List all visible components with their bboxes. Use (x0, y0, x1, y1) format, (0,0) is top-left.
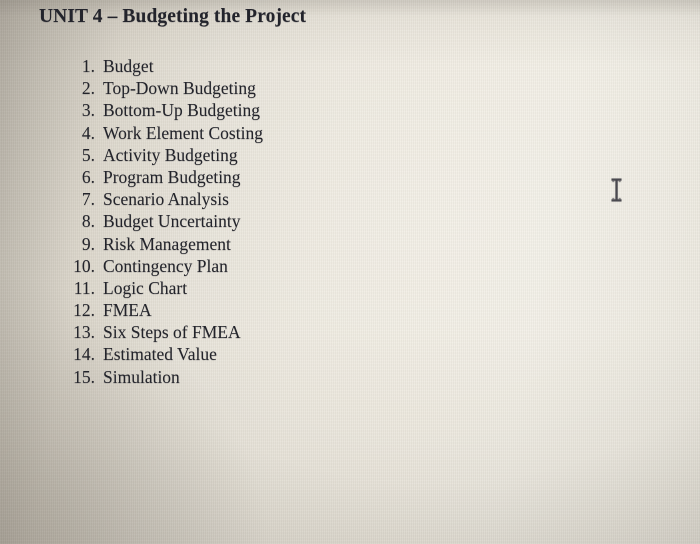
list-item-label: Scenario Analysis (103, 189, 229, 210)
list-item-label: Budget Uncertainty (103, 211, 241, 232)
list-item-label: Work Element Costing (103, 122, 263, 143)
list-item-label: Six Steps of FMEA (103, 322, 241, 343)
list-item-label: Estimated Value (103, 344, 217, 365)
list-item-label: Budget (103, 56, 154, 76)
list-item-number: 2. (81, 78, 95, 99)
list-item-number: 5. (81, 144, 95, 165)
list-item-label: Simulation (103, 366, 180, 387)
document-photo-screen: UNIT 4 – Budgeting the Project 1. Budget… (0, 0, 700, 544)
list-item-number: 11. (73, 277, 95, 298)
list-item-label: FMEA (103, 300, 152, 321)
list-item-label: Logic Chart (103, 277, 188, 298)
list-item-number: 7. (81, 189, 95, 210)
list-item-number: 10. (73, 255, 95, 276)
page-title: UNIT 4 – Budgeting the Project (39, 6, 307, 27)
list-item-number: 9. (81, 233, 95, 254)
list-item-number: 1. (81, 56, 95, 76)
list-item-number: 12. (73, 300, 95, 321)
list-item-label: Program Budgeting (103, 166, 241, 187)
list-item-label: Top-Down Budgeting (103, 78, 256, 99)
list-item-number: 6. (81, 166, 95, 187)
list-item-number: 3. (81, 100, 95, 121)
list-item-label: Risk Management (103, 233, 231, 254)
list-item-number: 13. (73, 322, 95, 343)
list-item-number: 8. (81, 211, 95, 232)
list-item-label: Bottom-Up Budgeting (103, 100, 261, 121)
list-item-label: Contingency Plan (103, 255, 228, 276)
list-item-number: 15. (73, 366, 95, 387)
list-item-label: Activity Budgeting (103, 144, 238, 165)
document-content: UNIT 4 – Budgeting the Project 1. Budget… (0, 0, 700, 544)
list-item-number: 4. (81, 122, 95, 143)
list-item-number: 14. (73, 344, 95, 365)
text-ibeam-cursor (610, 178, 623, 202)
